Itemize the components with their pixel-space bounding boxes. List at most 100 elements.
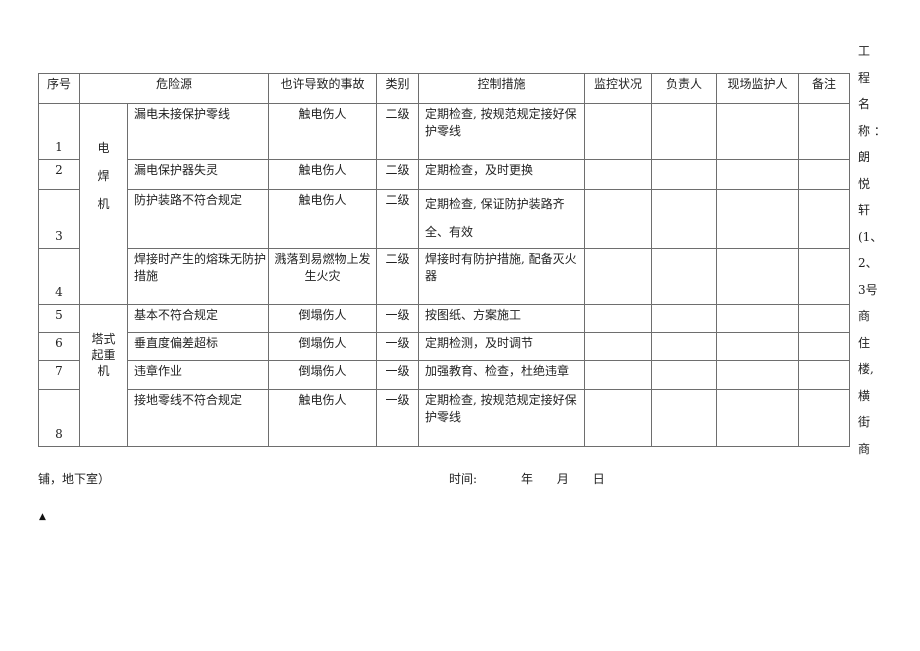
table-header-row: 序号 危险源 也许导致的事故 类别 控制措施 监控状况 负责人 现场监护人 备注 xyxy=(38,73,850,104)
cell-monitoring[interactable] xyxy=(584,103,652,160)
side-char: 工 xyxy=(858,44,871,58)
cell-responsible[interactable] xyxy=(651,360,717,390)
cell-supervisor[interactable] xyxy=(716,103,799,160)
cell-hazard: 漏电未接保护零线 xyxy=(127,103,269,160)
header-site-supervisor: 现场监护人 xyxy=(716,73,799,104)
cell-control: 按图纸、方案施工 xyxy=(418,304,585,333)
small-mark-icon: ▲ xyxy=(39,512,46,522)
cell-control: 定期检查，及时更换 xyxy=(418,159,585,190)
header-responsible: 负责人 xyxy=(651,73,717,104)
table-row: 4 焊接时产生的熔珠无防护措施 溅落到易燃物上发生火灾 二级 焊接时有防护措施,… xyxy=(38,248,850,305)
cell-remarks[interactable] xyxy=(798,304,850,333)
cell-accident: 触电伤人 xyxy=(268,159,377,190)
table-row: 1 电 焊 机 漏电未接保护零线 触电伤人 二级 定期检查, 按规范规定接好保护… xyxy=(38,103,850,305)
side-char: 程 xyxy=(858,70,871,85)
cell-group-welder: 电 焊 机 xyxy=(79,103,128,305)
side-char: 悦 xyxy=(858,176,871,191)
cell-monitoring[interactable] xyxy=(584,389,652,447)
cell-supervisor[interactable] xyxy=(716,189,799,249)
cell-level: 一级 xyxy=(376,360,419,390)
cell-control: 定期检查, 保证防护装路齐全、有效 xyxy=(418,189,585,249)
time-label: 时间: xyxy=(449,472,478,486)
cell-supervisor[interactable] xyxy=(716,360,799,390)
cell-control: 定期检查, 按规范规定接好保护零线 xyxy=(418,389,585,447)
cell-remarks[interactable] xyxy=(798,332,850,361)
side-char: (1、 xyxy=(858,229,883,244)
cell-monitoring[interactable] xyxy=(584,248,652,305)
group-line: 起重 xyxy=(91,348,116,362)
cell-level: 一级 xyxy=(376,332,419,361)
cell-monitoring[interactable] xyxy=(584,159,652,190)
cell-accident: 倒塌伤人 xyxy=(268,304,377,333)
hazard-monitoring-table: 序号 危险源 也许导致的事故 类别 控制措施 监控状况 负责人 现场监护人 备注… xyxy=(38,73,850,447)
cell-monitoring[interactable] xyxy=(584,189,652,249)
header-remarks: 备注 xyxy=(798,73,850,104)
date-year-label: 年 xyxy=(521,472,534,486)
cell-control: 定期检测，及时调节 xyxy=(418,332,585,361)
cell-remarks[interactable] xyxy=(798,189,850,249)
cell-remarks[interactable] xyxy=(798,360,850,390)
cell-seq: 8 xyxy=(38,389,80,447)
cell-supervisor[interactable] xyxy=(716,332,799,361)
cell-hazard: 焊接时产生的熔珠无防护措施 xyxy=(127,248,269,305)
table-row: 7 违章作业 倒塌伤人 一级 加强教育、检查，杜绝违章 xyxy=(38,360,850,390)
cell-responsible[interactable] xyxy=(651,389,717,447)
cell-hazard: 防护装路不符合规定 xyxy=(127,189,269,249)
cell-responsible[interactable] xyxy=(651,248,717,305)
cell-responsible[interactable] xyxy=(651,159,717,190)
cell-level: 二级 xyxy=(376,159,419,190)
cell-monitoring[interactable] xyxy=(584,360,652,390)
cell-monitoring[interactable] xyxy=(584,304,652,333)
cell-level: 二级 xyxy=(376,103,419,160)
date-day-label: 日 xyxy=(592,472,605,486)
table-row: 8 接地零线不符合规定 触电伤人 一级 定期检查, 按规范规定接好保护零线 xyxy=(38,389,850,447)
cell-hazard: 违章作业 xyxy=(127,360,269,390)
document-page: 序号 危险源 也许导致的事故 类别 控制措施 监控状况 负责人 现场监护人 备注… xyxy=(0,0,920,651)
cell-level: 二级 xyxy=(376,248,419,305)
side-char: 住 xyxy=(858,335,871,350)
side-char: 称 ： xyxy=(858,123,886,138)
header-category: 类别 xyxy=(376,73,419,104)
cell-accident: 触电伤人 xyxy=(268,189,377,249)
cell-control: 焊接时有防护措施, 配备灭火器 xyxy=(418,248,585,305)
group-char: 电 xyxy=(97,141,110,155)
cell-level: 二级 xyxy=(376,189,419,249)
side-char: 横 xyxy=(858,388,871,403)
cell-remarks[interactable] xyxy=(798,159,850,190)
cell-hazard: 接地零线不符合规定 xyxy=(127,389,269,447)
side-char: 2、 xyxy=(858,256,878,270)
cell-control: 加强教育、检查，杜绝违章 xyxy=(418,360,585,390)
cell-responsible[interactable] xyxy=(651,189,717,249)
cell-seq: 5 xyxy=(38,304,80,333)
cell-level: 一级 xyxy=(376,304,419,333)
cell-supervisor[interactable] xyxy=(716,159,799,190)
project-name-vertical: 工 程 名 称 ： 朗 悦 轩 (1、 2、 3号 商 住 楼, 横 街 商 xyxy=(858,38,898,462)
cell-responsible[interactable] xyxy=(651,304,717,333)
cell-responsible[interactable] xyxy=(651,332,717,361)
side-char: 商 xyxy=(858,309,871,323)
side-char: 街 xyxy=(858,415,871,429)
cell-group-tower-crane: 塔式 起重 机 xyxy=(79,304,128,447)
cell-responsible[interactable] xyxy=(651,103,717,160)
side-char: 名 xyxy=(858,97,871,111)
table-row: 6 垂直度偏差超标 倒塌伤人 一级 定期检测，及时调节 xyxy=(38,332,850,361)
cell-hazard: 漏电保护器失灵 xyxy=(127,159,269,190)
cell-level: 一级 xyxy=(376,389,419,447)
table-row: 2 漏电保护器失灵 触电伤人 二级 定期检查，及时更换 xyxy=(38,159,850,190)
group-char: 机 xyxy=(97,197,110,211)
header-possible-accident: 也许导致的事故 xyxy=(268,73,377,104)
cell-seq: 2 xyxy=(38,159,80,190)
project-name-continuation: 铺，地下室） xyxy=(38,472,111,486)
cell-accident: 倒塌伤人 xyxy=(268,360,377,390)
cell-supervisor[interactable] xyxy=(716,248,799,305)
cell-seq: 4 xyxy=(38,248,80,305)
cell-accident: 触电伤人 xyxy=(268,103,377,160)
cell-remarks[interactable] xyxy=(798,248,850,305)
cell-remarks[interactable] xyxy=(798,389,850,447)
cell-seq: 3 xyxy=(38,189,80,249)
cell-supervisor[interactable] xyxy=(716,304,799,333)
cell-seq: 1 xyxy=(38,103,80,160)
cell-supervisor[interactable] xyxy=(716,389,799,447)
cell-monitoring[interactable] xyxy=(584,332,652,361)
cell-remarks[interactable] xyxy=(798,103,850,160)
